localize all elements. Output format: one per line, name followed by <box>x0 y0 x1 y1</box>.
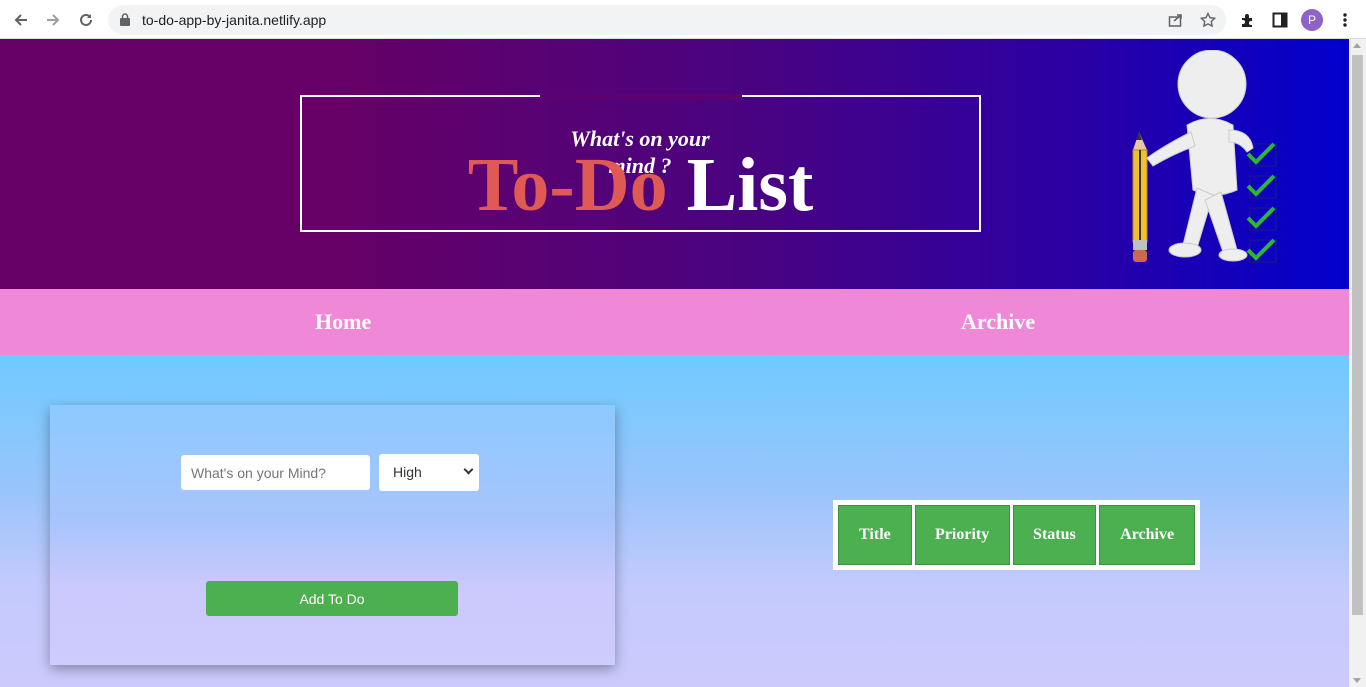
priority-select[interactable]: High <box>379 454 479 491</box>
nav-archive-link[interactable]: Archive <box>961 309 1035 335</box>
side-panel-icon[interactable] <box>1271 11 1289 29</box>
nav-home-link[interactable]: Home <box>315 309 371 335</box>
add-todo-button[interactable]: Add To Do <box>206 581 458 616</box>
priority-selected-value: High <box>393 464 422 480</box>
main-nav: Home Archive <box>0 289 1349 355</box>
scroll-up-icon[interactable] <box>1353 43 1361 48</box>
table-header-status: Status <box>1012 505 1097 565</box>
address-bar[interactable]: to-do-app-by-janita.netlify.app <box>108 5 1226 35</box>
browser-toolbar: to-do-app-by-janita.netlify.app P <box>0 0 1366 39</box>
back-icon[interactable] <box>9 8 33 32</box>
table-header-archive: Archive <box>1099 505 1195 565</box>
reload-icon[interactable] <box>74 8 98 32</box>
menu-kebab-icon[interactable] <box>1336 11 1354 29</box>
frame-gap <box>540 94 742 100</box>
chevron-down-icon <box>463 464 474 475</box>
todo-table: Title Priority Status Archive <box>833 500 1200 570</box>
pencil-icon <box>1132 132 1148 262</box>
mascot-illustration <box>1132 50 1277 263</box>
url-text: to-do-app-by-janita.netlify.app <box>142 12 327 28</box>
table-header-title: Title <box>838 505 912 565</box>
page-title: To-Do List <box>300 140 981 230</box>
scroll-down-icon[interactable] <box>1353 678 1361 683</box>
page-scrollbar[interactable] <box>1349 39 1366 687</box>
title-todo: To-Do <box>467 143 668 227</box>
table-header-priority: Priority <box>914 505 1010 565</box>
lock-icon <box>120 13 130 26</box>
profile-avatar[interactable]: P <box>1301 9 1323 31</box>
header-banner: What's on your mind ? To-Do List <box>0 39 1349 289</box>
add-todo-card: High Add To Do <box>50 405 615 665</box>
todo-title-input[interactable] <box>181 455 370 490</box>
forward-icon[interactable] <box>41 8 65 32</box>
checklist-icon <box>1246 142 1277 263</box>
share-icon[interactable] <box>1167 11 1185 29</box>
extensions-icon[interactable] <box>1239 11 1257 29</box>
title-list: List <box>686 143 814 227</box>
scrollbar-thumb[interactable] <box>1352 55 1363 615</box>
figure-icon <box>1146 50 1254 262</box>
bookmark-star-icon[interactable] <box>1199 11 1217 29</box>
main-content: High Add To Do Title Priority Status Arc… <box>0 355 1349 687</box>
